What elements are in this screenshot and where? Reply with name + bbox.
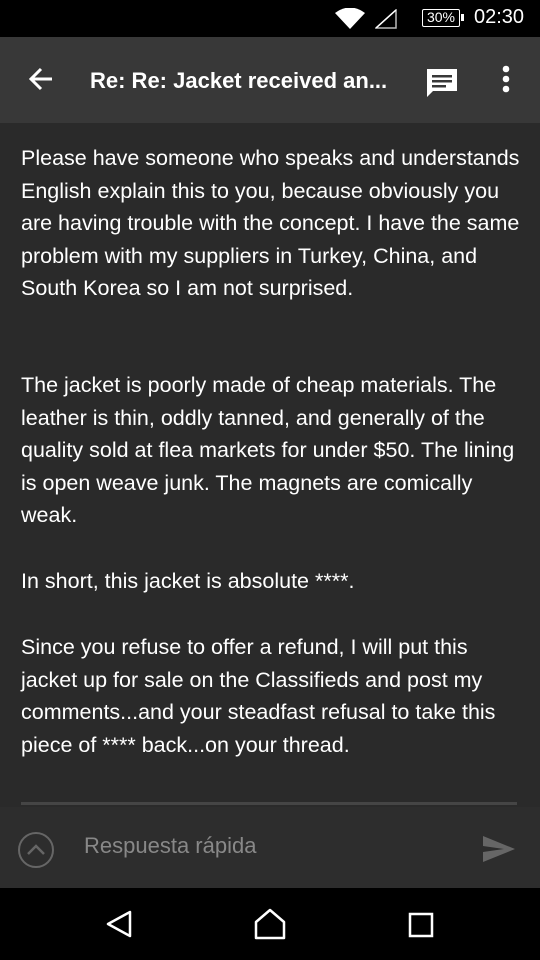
message-paragraph: In short, this jacket is absolute ****. [21, 569, 355, 593]
more-vert-icon[interactable] [500, 65, 512, 95]
clock: 02:30 [474, 6, 525, 28]
battery-level: 30% [426, 9, 456, 25]
back-arrow-icon[interactable] [28, 67, 54, 91]
message-paragraph: Since you refuse to offer a refund, I wi… [21, 635, 496, 757]
navigation-bar [0, 888, 540, 960]
thread-title: Re: Re: Jacket received an... [90, 68, 388, 93]
status-bar: 30% 02:30 [0, 0, 540, 37]
message-body: Please have someone who speaks and under… [0, 123, 540, 807]
signal-icon [375, 9, 397, 29]
message-paragraph: The jacket is poorly made of cheap mater… [21, 373, 515, 528]
expand-up-icon[interactable] [17, 831, 55, 869]
quick-reply-bar: Respuesta rápida [0, 807, 540, 888]
nav-back-icon[interactable] [104, 909, 134, 939]
battery-indicator: 30% [422, 9, 464, 27]
nav-recents-icon[interactable] [408, 912, 434, 938]
message-paragraph: Please have someone who speaks and under… [21, 146, 520, 301]
wifi-icon [335, 8, 365, 29]
send-icon[interactable] [482, 835, 516, 863]
nav-home-icon[interactable] [253, 908, 287, 940]
divider [21, 802, 517, 805]
chat-icon[interactable] [425, 67, 459, 99]
quick-reply-input[interactable]: Respuesta rápida [84, 833, 256, 859]
app-bar: Re: Re: Jacket received an... [0, 37, 540, 123]
